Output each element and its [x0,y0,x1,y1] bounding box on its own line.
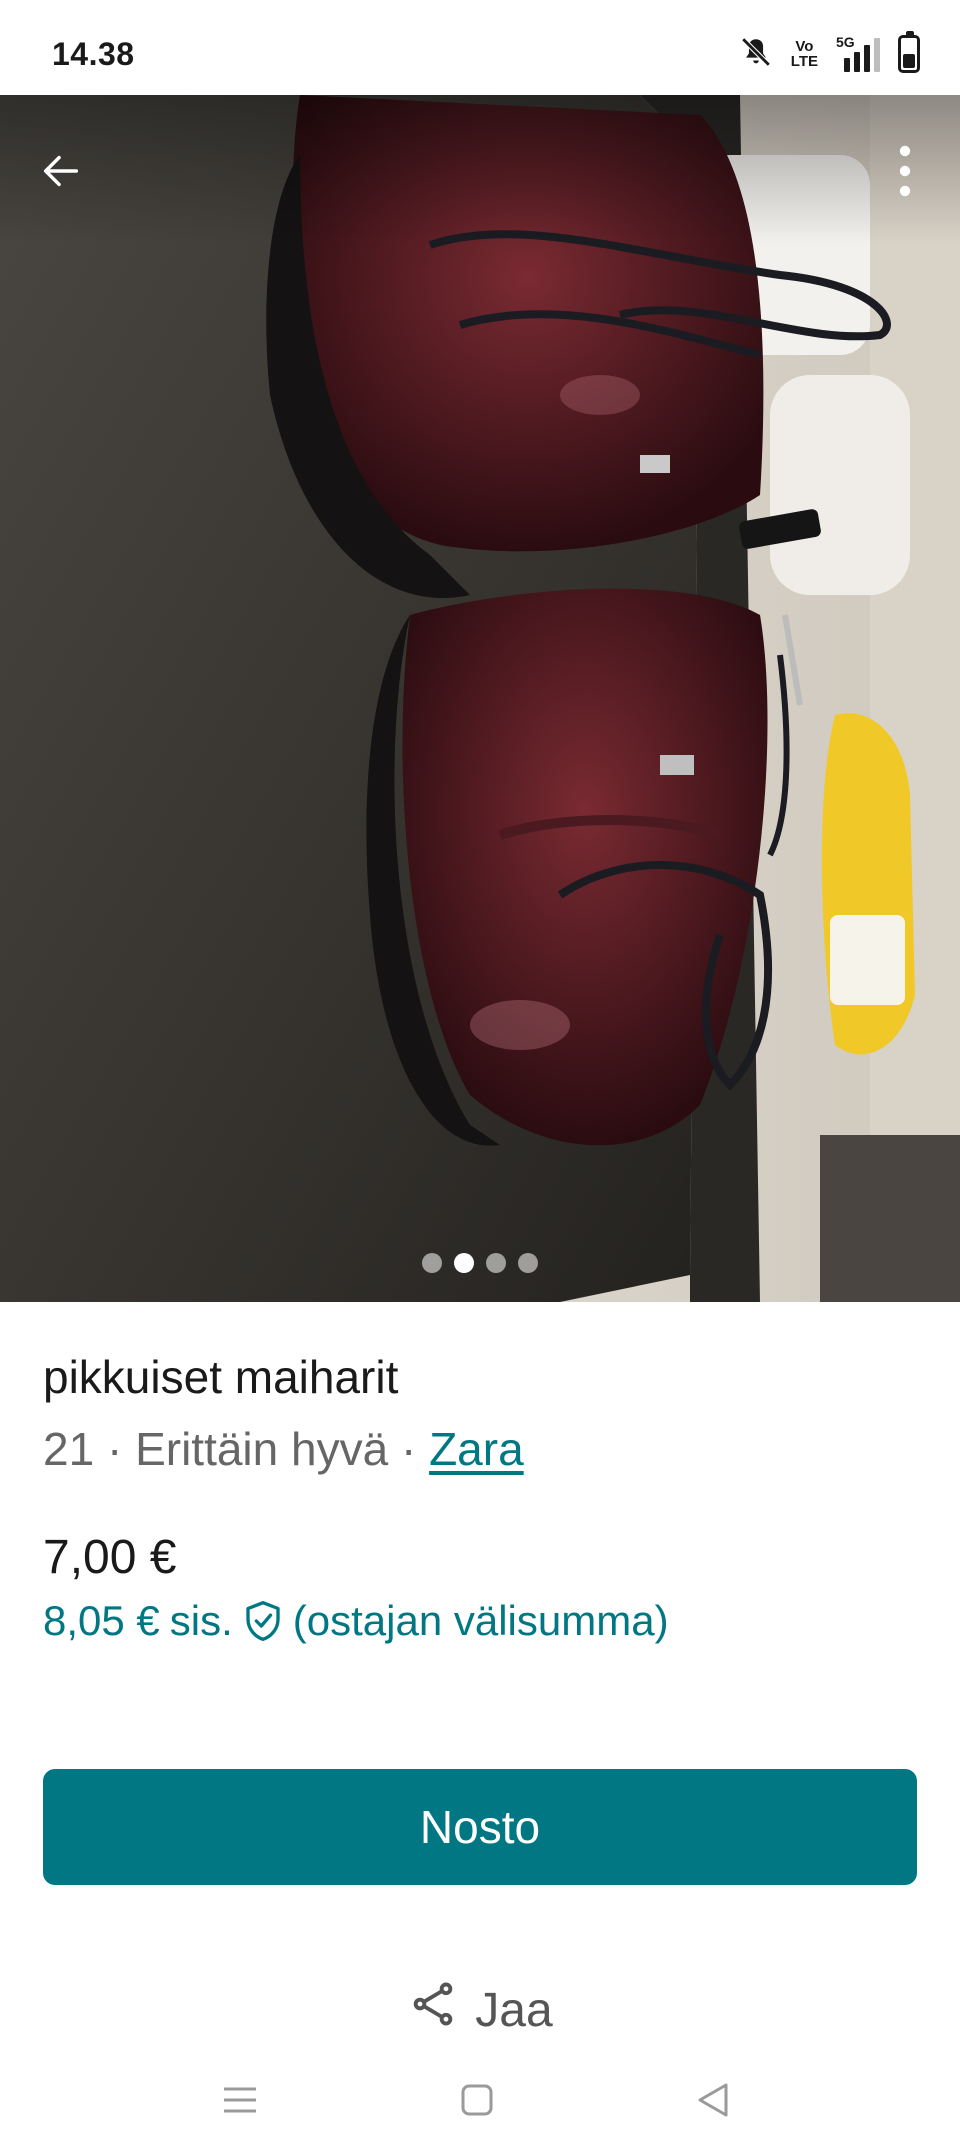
buyer-incl-label: sis. [169,1597,233,1644]
back-arrow-icon [38,148,84,199]
pagination-dot[interactable] [422,1253,442,1273]
item-size: 21 [43,1423,95,1475]
square-icon [460,2083,494,2122]
system-back-button[interactable] [683,2072,743,2132]
item-price: 7,00 € [43,1531,177,1584]
item-condition: Erittäin hyvä [135,1423,389,1475]
buyer-protection-price[interactable]: 8,05 € sis. (ostajan välisumma) [43,1597,669,1645]
pagination-dot[interactable] [486,1253,506,1273]
volte-icon: Vo LTE [790,38,818,70]
buyer-price: 8,05 € [43,1597,160,1644]
system-nav-bar [0,2060,960,2144]
recents-button[interactable] [210,2072,270,2132]
mute-icon [739,35,773,74]
buy-button[interactable]: Nosto [43,1769,917,1885]
item-title: pikkuiset maiharit [43,1351,399,1403]
photo-pagination [0,1253,960,1273]
battery-icon [898,31,920,73]
status-time: 14.38 [52,36,135,72]
shield-check-icon [243,1599,283,1643]
back-button[interactable] [28,140,94,206]
signal-icon: 5G [836,34,880,72]
share-label: Jaa [475,1983,553,2037]
share-button[interactable]: Jaa [0,1978,960,2042]
buyer-note: (ostajan välisumma) [292,1597,669,1644]
brand-link[interactable]: Zara [429,1423,524,1475]
more-vert-icon [895,143,915,204]
home-button[interactable] [447,2072,507,2132]
photo-toolbar [0,95,960,245]
pagination-dot-active[interactable] [454,1253,474,1273]
product-image [0,95,960,1302]
item-photo[interactable] [0,95,960,1302]
triangle-back-icon [696,2082,730,2123]
status-bar: 14.38 Vo LTE 5G [0,0,960,95]
meta-separator: · [94,1423,136,1475]
menu-lines-icon [222,2084,258,2121]
share-icon [407,1978,459,2042]
item-meta: 21 · Erittäin hyvä · Zara [43,1422,524,1476]
status-icons: Vo LTE 5G [739,31,920,74]
pagination-dot[interactable] [518,1253,538,1273]
more-options-button[interactable] [872,140,938,206]
meta-separator: · [388,1423,430,1475]
